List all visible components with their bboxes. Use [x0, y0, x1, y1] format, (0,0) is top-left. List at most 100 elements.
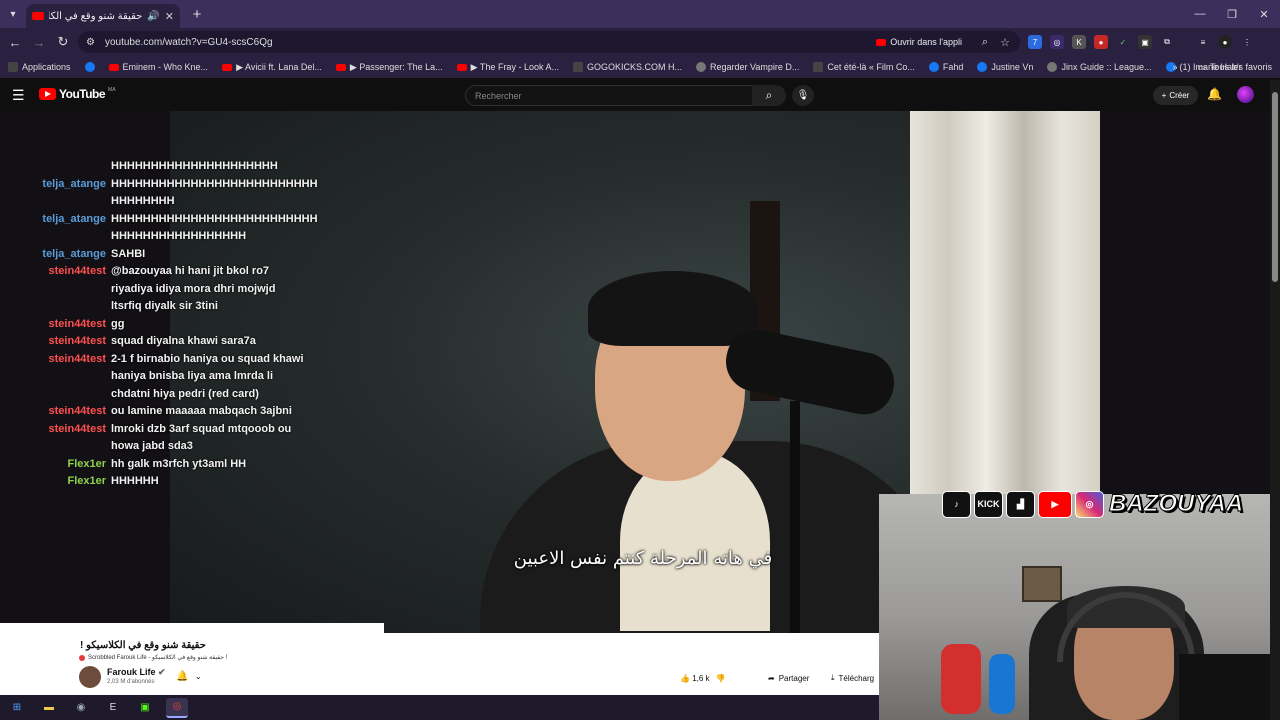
bookmarks-bar: Applications Eminem - Who Kne... ▶ Avicii …	[0, 56, 1280, 78]
chat-username	[0, 158, 111, 176]
bookmark-item[interactable]: Regarder Vampire D...	[695, 62, 799, 72]
voice-search-button[interactable]: 🎙	[792, 85, 814, 106]
browser-toolbar: ← → ↻ ⚙ youtube.com/watch?v=GU4-scsC6Qg …	[0, 28, 1280, 56]
address-bar[interactable]: ⚙ youtube.com/watch?v=GU4-scsC6Qg Ouvrir…	[78, 31, 1020, 53]
chrome-icon[interactable]: ◎	[166, 697, 188, 718]
bookmark-item[interactable]: Justine Vn	[977, 62, 1033, 72]
file-explorer-icon[interactable]: ▬	[38, 698, 60, 718]
tiktok-icon: ♪	[942, 490, 971, 518]
chevron-down-icon[interactable]: ⌄	[195, 672, 202, 681]
microphone-stand	[790, 401, 800, 633]
reload-icon[interactable]: ↻	[51, 34, 75, 50]
bookmark-item[interactable]: ▶ The Fray - Look A...	[456, 62, 559, 73]
streaming-app-icon[interactable]: ▣	[134, 698, 156, 718]
stream-chat: HHHHHHHHHHHHHHHHHHHHH telja_atange HHHHHHH…	[0, 158, 320, 491]
site-icon	[572, 62, 583, 72]
chat-text: @bazouyaa hi hani jit bkol ro7 riyadiya …	[111, 265, 276, 312]
bookmark-item[interactable]	[84, 62, 95, 72]
bookmark-label: ▶ Avicii ft. Lana Del...	[236, 61, 322, 72]
chat-text: ou lamine maaaaa mabqach 3ajbni	[111, 405, 292, 417]
search-button[interactable]: ⌕	[752, 85, 786, 106]
search-input[interactable]: Rechercher	[465, 85, 753, 106]
open-in-app-button[interactable]: Ouvrir dans l'appli	[876, 37, 962, 47]
bookmark-item[interactable]: Applications	[8, 62, 71, 72]
chat-username: stein44test	[48, 352, 106, 365]
bookmark-label: GOGOKICKS.COM H...	[586, 62, 682, 72]
extension-icon[interactable]: ◎	[1050, 35, 1064, 49]
chat-text: SAHBI	[111, 247, 146, 260]
bookmark-item[interactable]: Fahd	[928, 62, 963, 72]
youtube-icon	[108, 63, 119, 71]
video-host	[470, 271, 950, 633]
chat-username: stein44test	[48, 422, 106, 435]
tab-search-icon[interactable]: ≡	[1196, 35, 1210, 49]
facebook-icon	[928, 62, 939, 72]
windows-start-icon[interactable]: ⊞	[6, 698, 28, 718]
download-button[interactable]: ⤓ Télécharg	[825, 668, 880, 688]
chat-message: telja_atange SAHBI	[0, 246, 320, 264]
chat-text: HHHHHHHHHHHHHHHHHHHHHHHHHH HHHHHHHHHHHHH…	[111, 212, 318, 243]
restore-icon[interactable]: ❐	[1216, 0, 1248, 28]
bookmark-item[interactable]: Eminem - Who Kne...	[108, 62, 208, 72]
speaker-icon[interactable]: 🔊	[147, 11, 159, 22]
window-controls: — ❐ ✕	[1184, 0, 1280, 28]
back-icon[interactable]: ←	[3, 35, 27, 50]
youtube-icon	[456, 63, 467, 71]
share-icon: ➦	[768, 673, 775, 683]
channel-avatar[interactable]	[79, 666, 101, 688]
chat-username: stein44test	[48, 317, 106, 330]
profile-icon[interactable]: ●	[1218, 35, 1232, 49]
tab-video[interactable]: حقيقة شنو وقع في الكلاسيكو 🔊 ✕	[26, 4, 180, 28]
epic-games-icon[interactable]: E	[102, 698, 124, 718]
chat-message: Flex1er HHHHHH	[0, 473, 320, 491]
bookmark-item[interactable]: Cet été-là « Film Co...	[813, 62, 915, 72]
subscription-bell-icon[interactable]: 🔔	[176, 671, 188, 682]
create-button[interactable]: + Créer	[1153, 86, 1198, 105]
dislike-button[interactable]: 👎	[716, 674, 726, 683]
minimize-icon[interactable]: —	[1184, 0, 1216, 28]
bookmark-item[interactable]: ▶ Avicii ft. Lana Del...	[222, 62, 322, 73]
extension-icon[interactable]: ▣	[1138, 35, 1152, 49]
extension-icon[interactable]: 7	[1028, 35, 1042, 49]
extension-icon[interactable]: K	[1072, 35, 1086, 49]
menu-dots-icon[interactable]: ⋮	[1240, 35, 1254, 49]
like-button[interactable]: 👍 1,6 k	[680, 674, 710, 683]
tab-search-icon[interactable]: ▾	[0, 0, 26, 28]
create-label: Créer	[1169, 91, 1190, 100]
page-scrollbar[interactable]	[1270, 80, 1280, 720]
channel-name[interactable]: Farouk Life ✔	[107, 667, 166, 678]
bookmark-item[interactable]: GOGOKICKS.COM H...	[572, 62, 682, 72]
forward-icon[interactable]: →	[27, 35, 51, 50]
windows-taskbar: ⊞ ▬ ◉ E ▣ ◎	[0, 695, 879, 720]
shoulder	[1179, 654, 1280, 720]
share-button[interactable]: ➦ Partager	[762, 668, 815, 688]
more-bookmarks-icon[interactable]: »	[1172, 62, 1177, 72]
thumbs-up-icon: 👍	[680, 673, 690, 683]
account-avatar[interactable]	[1237, 86, 1254, 103]
steam-icon[interactable]: ◉	[70, 698, 92, 718]
channel-name-text: Farouk Life	[107, 667, 156, 677]
bookmark-item[interactable]: Jinx Guide :: League...	[1047, 62, 1152, 72]
puzzle-icon[interactable]: ⧉	[1160, 35, 1174, 49]
hamburger-menu-icon[interactable]: ☰	[12, 87, 25, 104]
chat-text: hh galk m3rfch yt3aml HH	[111, 457, 247, 470]
scrollbar-thumb[interactable]	[1272, 92, 1278, 282]
bookmark-star-icon[interactable]: ☆	[1000, 36, 1010, 49]
zoom-icon[interactable]: ⌕	[982, 36, 988, 49]
youtube-masthead: ☰ YouTube MA Rechercher ⌕ 🎙 + Créer 🔔	[0, 78, 1280, 111]
youtube-logo[interactable]: YouTube MA	[39, 87, 116, 101]
check-icon[interactable]: ✓	[1116, 35, 1130, 49]
microphone-icon: 🎙	[796, 90, 810, 101]
verified-icon: ✔	[158, 667, 166, 677]
close-tab-icon[interactable]: ✕	[165, 10, 174, 23]
notifications-bell-icon[interactable]: 🔔	[1207, 87, 1222, 101]
site-info-icon[interactable]: ⚙	[86, 37, 95, 48]
bookmark-item[interactable]: ▶ Passenger: The La...	[335, 61, 443, 73]
bookmarks-right: » ▭ Tous les favoris	[1172, 62, 1272, 73]
bookmark-label: ▶ Passenger: The La...	[349, 61, 443, 72]
close-window-icon[interactable]: ✕	[1248, 0, 1280, 28]
new-tab-button[interactable]: +	[186, 3, 208, 25]
all-favorites-button[interactable]: ▭ Tous les favoris	[1197, 62, 1272, 73]
url-text[interactable]: youtube.com/watch?v=GU4-scsC6Qg	[105, 37, 273, 48]
extension-icon[interactable]: ●	[1094, 35, 1108, 49]
